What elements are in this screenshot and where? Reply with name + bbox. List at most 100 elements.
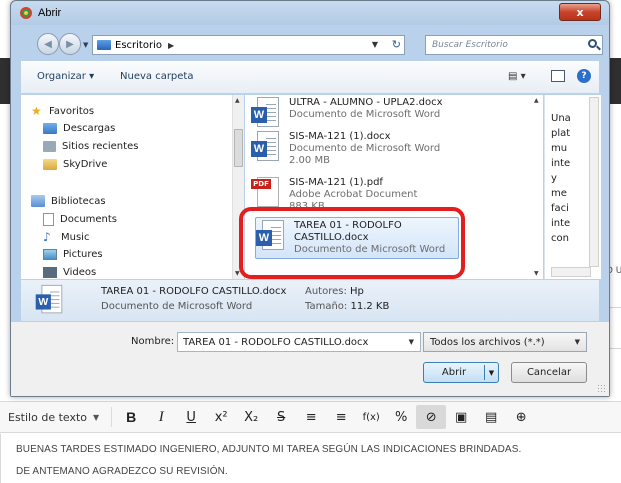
underline-button[interactable]: U [176, 405, 206, 429]
chevron-down-icon[interactable]: ▼ [485, 369, 498, 377]
editor-body[interactable]: BUENAS TARDES ESTIMADO INGENIERO, ADJUNT… [0, 434, 621, 483]
dialog-titlebar[interactable]: Abrir x [11, 1, 609, 25]
subscript-button[interactable]: X₂ [236, 405, 266, 429]
resize-grip-icon[interactable] [597, 384, 606, 393]
close-button[interactable]: x [559, 3, 601, 21]
nav-item-pictures[interactable]: Pictures [43, 249, 103, 260]
image-button[interactable]: ▣ [446, 405, 476, 429]
chevron-down-icon: ▼ [93, 412, 100, 422]
scroll-up-icon[interactable]: ▲ [235, 97, 240, 104]
document-icon [43, 213, 54, 226]
more-button[interactable]: ⊕ [506, 405, 536, 429]
file-type: Documento de Microsoft Word [289, 143, 441, 154]
scroll-up-icon[interactable]: ▲ [534, 97, 539, 104]
preview-hscrollbar[interactable] [551, 267, 591, 277]
libraries-icon [31, 195, 45, 207]
navigation-pane: ★ Favoritos Descargas Sitios recientes S… [21, 95, 242, 279]
back-button[interactable]: ◀ [37, 33, 59, 55]
details-authors: Autores: Hp [305, 286, 364, 297]
chevron-right-icon[interactable]: ▶ [168, 41, 174, 50]
view-options-icon[interactable]: ▤ ▾ [508, 71, 526, 82]
nav-item-label: Videos [63, 267, 97, 278]
downloads-folder-icon [43, 123, 57, 134]
nav-item-label: Music [61, 231, 90, 243]
search-placeholder: Buscar Escritorio [432, 40, 508, 50]
folder-icon [43, 159, 57, 170]
nav-item-documents[interactable]: Documents [43, 213, 117, 226]
nav-item-label: Documents [60, 214, 118, 225]
cancel-button[interactable]: Cancelar [511, 362, 587, 383]
nav-item-favorites[interactable]: ★ Favoritos [31, 105, 94, 117]
formula-button[interactable]: f(x) [356, 405, 386, 429]
file-item[interactable]: W ULTRA - ALUMNO - UPLA2.docx Documento … [251, 97, 521, 131]
preview-scrollbar[interactable] [589, 97, 599, 267]
unordered-list-button[interactable]: ≡ [326, 405, 356, 429]
refresh-icon[interactable]: ↻ [392, 38, 401, 51]
file-name-input[interactable]: TAREA 01 - RODOLFO CASTILLO.docx ▼ [177, 332, 421, 352]
preview-text: Una plat mu inte y me faci inte con [551, 113, 571, 244]
italic-button[interactable]: I [146, 405, 176, 429]
open-file-dialog: Abrir x ◀ ▶ ▼ Escritorio ▶ ▼ ↻ Buscar Es… [10, 0, 610, 397]
chevron-down-icon[interactable]: ▼ [575, 338, 580, 346]
toolbar-separator [111, 407, 113, 427]
nav-item-libraries[interactable]: Bibliotecas [31, 195, 106, 207]
nav-item-label: Favoritos [49, 105, 95, 117]
chevron-down-icon[interactable]: ▼ [372, 40, 378, 49]
nav-item-recent[interactable]: Sitios recientes [43, 141, 138, 152]
link-button[interactable]: % [386, 405, 416, 429]
address-bar: ◀ ▶ ▼ Escritorio ▶ ▼ ↻ Buscar Escritorio [11, 25, 609, 61]
file-type: Documento de Microsoft Word [289, 109, 441, 120]
text-style-select[interactable]: Estilo de texto ▼ [8, 411, 99, 424]
bold-button[interactable]: B [116, 405, 146, 429]
nav-item-label: SkyDrive [63, 159, 108, 170]
file-type: Adobe Acrobat Document [289, 189, 418, 200]
search-input[interactable]: Buscar Escritorio [425, 35, 603, 55]
preview-pane-icon[interactable] [551, 70, 565, 82]
scroll-down-icon[interactable]: ▼ [534, 270, 539, 277]
media-button[interactable]: ▤ [476, 405, 506, 429]
open-button-label: Abrir [441, 367, 467, 378]
chrome-icon [20, 7, 32, 19]
highlight-annotation [239, 207, 465, 279]
nav-item-label: Descargas [63, 123, 116, 134]
nav-item-music[interactable]: ♪ Music [43, 231, 89, 243]
command-bar: Organizar ▾ Nueva carpeta ▤ ▾ ? [21, 61, 599, 94]
ordered-list-button[interactable]: ≡ [296, 405, 326, 429]
file-size: 2.00 MB [289, 155, 330, 166]
nav-item-videos[interactable]: Videos [43, 267, 96, 278]
file-item[interactable]: W SIS-MA-121 (1).docx Documento de Micro… [251, 131, 521, 167]
file-name: ULTRA - ALUMNO - UPLA2.docx [289, 97, 443, 108]
help-icon[interactable]: ? [577, 69, 591, 83]
editor-line: BUENAS TARDES ESTIMADO INGENIERO, ADJUNT… [16, 444, 522, 455]
details-file-type: Documento de Microsoft Word [101, 301, 253, 312]
editor-line: DE ANTEMANO AGRADEZCO SU REVISIÓN. [16, 466, 228, 477]
file-name: SIS-MA-121 (1).docx [289, 131, 391, 142]
new-folder-button[interactable]: Nueva carpeta [120, 71, 193, 82]
word-document-icon: W [251, 97, 279, 131]
open-button[interactable]: Abrir ▼ [423, 362, 499, 383]
pictures-icon [43, 249, 57, 260]
recent-locations-dropdown[interactable]: ▼ [83, 41, 88, 49]
music-icon: ♪ [43, 230, 51, 244]
attach-button[interactable]: ⊘ [416, 405, 447, 429]
nav-item-skydrive[interactable]: SkyDrive [43, 159, 107, 170]
details-size: Tamaño: 11.2 KB [305, 301, 390, 312]
path-input[interactable]: Escritorio ▶ ▼ ↻ [92, 35, 405, 55]
scrollbar-thumb[interactable] [234, 129, 243, 167]
search-icon[interactable] [588, 39, 597, 48]
file-type-select[interactable]: Todos los archivos (*.*) ▼ [423, 332, 587, 352]
forward-button[interactable]: ▶ [59, 33, 81, 55]
file-name-label: Nombre: [131, 336, 175, 347]
organize-button[interactable]: Organizar ▾ [37, 71, 94, 82]
editor-toolbar: Estilo de texto ▼ B I U x² X₂ S ≡ ≡ f(x)… [0, 401, 621, 433]
star-icon: ★ [31, 104, 42, 118]
file-name-value: TAREA 01 - RODOLFO CASTILLO.docx [183, 337, 369, 348]
strikethrough-button[interactable]: S [266, 405, 296, 429]
nav-item-downloads[interactable]: Descargas [43, 123, 115, 134]
file-list-scrollbar[interactable]: ▲ ▼ [533, 95, 543, 279]
dialog-footer: Nombre: TAREA 01 - RODOLFO CASTILLO.docx… [11, 322, 609, 396]
file-type-value: Todos los archivos (*.*) [430, 337, 545, 348]
path-segment[interactable]: Escritorio [115, 40, 162, 51]
superscript-button[interactable]: x² [206, 405, 236, 429]
chevron-down-icon[interactable]: ▼ [409, 338, 414, 346]
